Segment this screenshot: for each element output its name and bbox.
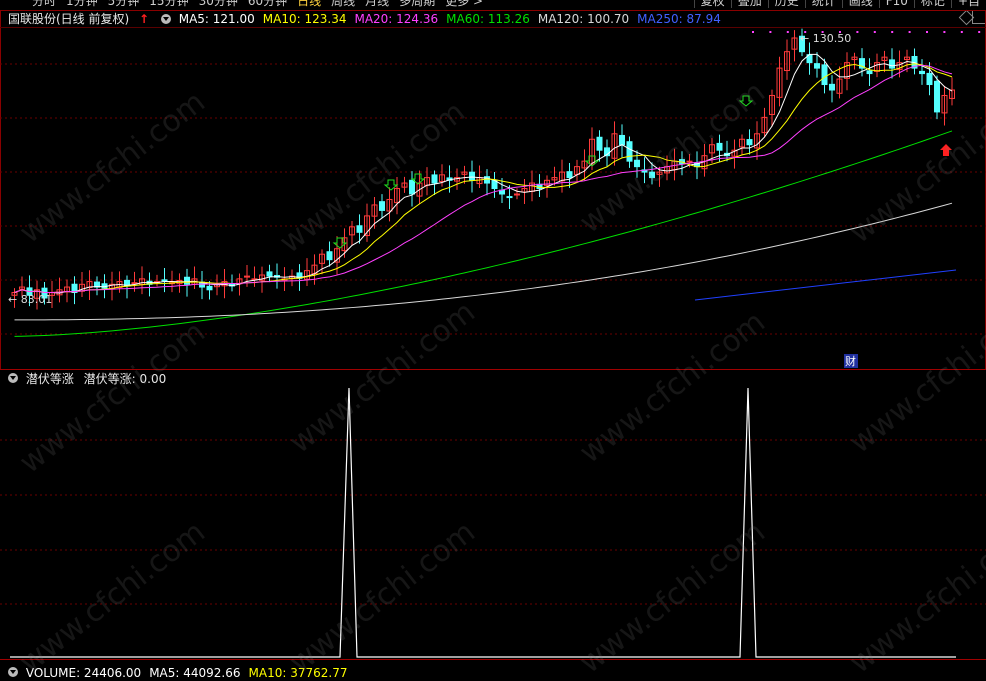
candle-body bbox=[161, 279, 168, 282]
top-marker bbox=[786, 31, 789, 33]
candle-body bbox=[431, 174, 438, 184]
volume-label-0: VOLUME: 24406.00 bbox=[25, 666, 142, 680]
high-price-label: ← 130.50 bbox=[800, 32, 851, 45]
top-marker bbox=[908, 31, 911, 33]
top-marker bbox=[978, 31, 981, 33]
candle-body bbox=[131, 282, 138, 285]
candle-body bbox=[356, 225, 363, 233]
candle-body bbox=[566, 171, 573, 179]
candle-body bbox=[184, 276, 190, 285]
top-marker bbox=[873, 31, 876, 33]
candle-body bbox=[619, 134, 625, 146]
candle-body bbox=[634, 159, 640, 168]
volume-dropdown-icon[interactable] bbox=[8, 667, 18, 677]
candle-body bbox=[244, 275, 250, 278]
indicator-line bbox=[10, 387, 956, 658]
candle-body bbox=[469, 171, 475, 181]
ma20-line bbox=[14, 64, 953, 294]
candle-body bbox=[821, 64, 828, 86]
candle-body bbox=[919, 70, 925, 75]
candle-body bbox=[814, 63, 820, 69]
indicator-dropdown-icon[interactable] bbox=[8, 373, 18, 383]
candle-body bbox=[206, 285, 213, 291]
cai-label: 财 bbox=[845, 354, 856, 368]
candle-body bbox=[626, 141, 633, 162]
ma120-line bbox=[14, 202, 953, 321]
candle-body bbox=[829, 83, 835, 91]
signal-down-arrow-icon bbox=[738, 95, 754, 107]
volume-label-2: MA10: 37762.77 bbox=[248, 666, 348, 680]
candle-body bbox=[379, 201, 385, 211]
indicator-header: 潜伏等涨 潜伏等涨: 0.00 bbox=[0, 370, 166, 386]
candle-body bbox=[889, 59, 895, 69]
volume-header: VOLUME: 24406.00 MA5: 44092.66 MA10: 37762… bbox=[0, 664, 355, 680]
top-marker bbox=[891, 31, 894, 33]
candle-body bbox=[746, 139, 753, 146]
candle-body bbox=[866, 70, 873, 75]
candle-body bbox=[514, 193, 520, 196]
volume-label-1: MA5: 44092.66 bbox=[149, 666, 241, 680]
candle-body bbox=[716, 142, 723, 151]
ma250-line bbox=[694, 269, 957, 301]
candle-body bbox=[934, 80, 940, 113]
indicator-name[interactable]: 潜伏等涨 bbox=[26, 372, 74, 386]
low-price-label: ← 83.01 bbox=[8, 293, 52, 306]
ma5-line bbox=[14, 53, 953, 294]
ma60-line bbox=[14, 130, 953, 337]
top-marker bbox=[769, 31, 772, 33]
top-marker bbox=[752, 31, 754, 33]
volume-legend: VOLUME: 24406.00 MA5: 44092.66 MA10: 37762… bbox=[26, 666, 356, 680]
main-frame bbox=[0, 10, 986, 370]
top-marker bbox=[926, 31, 928, 33]
candle-body bbox=[686, 160, 693, 163]
candle-body bbox=[266, 271, 273, 277]
candle-body bbox=[596, 136, 603, 151]
indicator-value: 潜伏等涨: 0.00 bbox=[83, 372, 167, 386]
candle-body bbox=[506, 196, 513, 199]
top-marker bbox=[960, 31, 963, 33]
signal-up-arrow-icon bbox=[940, 144, 952, 156]
candle-body bbox=[649, 171, 655, 179]
candle-body bbox=[926, 72, 933, 86]
candle-body bbox=[409, 179, 415, 195]
top-marker bbox=[943, 31, 946, 33]
kline-chart[interactable]: ← 130.50 ← 83.01 财 bbox=[0, 0, 986, 674]
top-marker bbox=[856, 31, 859, 33]
candle-body bbox=[326, 251, 333, 261]
